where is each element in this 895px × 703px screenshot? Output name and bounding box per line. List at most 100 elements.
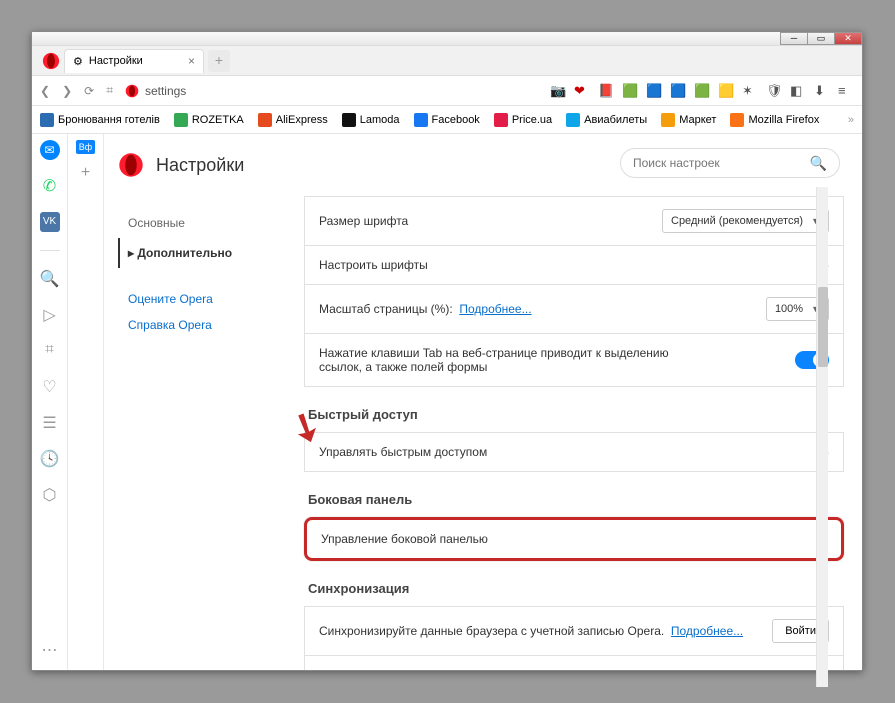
page-header: Настройки	[118, 152, 280, 178]
reload-button[interactable]: ⟳	[84, 84, 94, 98]
ext-icon[interactable]: 🟩	[694, 83, 710, 99]
bookmark-icon	[414, 113, 428, 127]
ext-icon[interactable]: 🟦	[670, 83, 686, 99]
bookmark[interactable]: Авиабилеты	[566, 113, 647, 127]
ext-icon[interactable]: 🟨	[718, 83, 734, 99]
bookmark[interactable]: Price.ua	[494, 113, 552, 127]
scrollbar[interactable]	[816, 187, 828, 687]
section-appearance: Размер шрифта Средний (рекомендуется)▼ Н…	[304, 196, 844, 387]
bookmark-icon	[258, 113, 272, 127]
sidebar-more-icon[interactable]: ⋯	[40, 640, 60, 660]
opera-menu-icon[interactable]	[42, 52, 60, 70]
row-sync: Синхронизируйте данные браузера с учетно…	[304, 606, 844, 655]
browser-sidebar: ✉ ✆ VK 🔍 ▷ ⌗ ♡ ☰ 🕓 ⬡ ⋯	[32, 134, 68, 670]
minimize-button[interactable]: ─	[780, 32, 808, 45]
bookmark-icon	[40, 113, 54, 127]
speeddial-icon[interactable]: ⌗	[40, 341, 60, 361]
url-text: settings	[145, 84, 186, 98]
ext-icon[interactable]: 📕	[598, 83, 614, 99]
zoom-more-link[interactable]: Подробнее...	[459, 302, 531, 316]
tab-close-icon[interactable]: ×	[188, 54, 195, 68]
tab-settings[interactable]: ⚙ Настройки ×	[64, 49, 204, 73]
ext-icon[interactable]: 🟦	[646, 83, 662, 99]
opera-icon	[118, 152, 144, 178]
news-icon[interactable]: ☰	[40, 413, 60, 433]
bookmark[interactable]: Бронювання готелів	[40, 113, 160, 127]
ext-icon[interactable]: 📷	[550, 83, 566, 99]
tab-title: Настройки	[89, 55, 143, 67]
speeddial-button[interactable]: ⌗	[106, 83, 113, 98]
workspace-badge[interactable]: Вф	[76, 140, 95, 154]
row-import[interactable]: Импорт закладок и настроек ▶	[304, 655, 844, 670]
browser-window: ─ ▭ ✕ ⚙ Настройки × + ❮ ❯ ⟳ ⌗ settings 📷…	[31, 31, 863, 671]
label: Масштаб страницы (%): Подробнее...	[319, 302, 532, 316]
extension-icons: 📷 ❤ 📕 🟩 🟦 🟦 🟩 🟨 ✶ 🛡 ◧ ⬇ ≡	[550, 83, 854, 99]
separator	[40, 250, 60, 251]
forward-button[interactable]: ❯	[62, 84, 72, 98]
font-size-select[interactable]: Средний (рекомендуется)▼	[662, 209, 829, 233]
bookmark[interactable]: Mozilla Firefox	[730, 113, 819, 127]
row-manage-quick-access[interactable]: Управлять быстрым доступом ▶	[304, 432, 844, 472]
label: Импорт закладок и настроек	[319, 668, 478, 670]
section-title-sidebar: Боковая панель	[308, 492, 844, 507]
label: Управление боковой панелью	[321, 532, 488, 546]
row-page-zoom: Масштаб страницы (%): Подробнее... 100%▼	[304, 284, 844, 333]
nav-advanced[interactable]: ▸ Дополнительно	[118, 238, 280, 268]
ext-icon[interactable]: ✶	[742, 83, 758, 99]
row-customize-fonts[interactable]: Настроить шрифты ▶	[304, 245, 844, 284]
url-field[interactable]: settings	[125, 84, 538, 98]
search-input[interactable]	[633, 156, 810, 170]
messenger-icon[interactable]: ✉	[40, 140, 60, 160]
section-title-quick-access: Быстрый доступ	[308, 407, 844, 422]
bookmark[interactable]: Lamoda	[342, 113, 400, 127]
gear-icon: ⚙	[73, 55, 83, 68]
history-icon[interactable]: 🕓	[40, 449, 60, 469]
ext-icon[interactable]: 🛡	[766, 83, 782, 99]
bookmark[interactable]: AliExpress	[258, 113, 328, 127]
menu-icon[interactable]: ≡	[838, 83, 854, 99]
search-icon[interactable]: 🔍	[40, 269, 60, 289]
maximize-button[interactable]: ▭	[807, 32, 835, 45]
label: Нажатие клавиши Tab на веб-странице прив…	[319, 346, 699, 374]
heart-icon[interactable]: ♡	[40, 377, 60, 397]
opera-icon	[125, 84, 139, 98]
settings-content: Настройки Основные ▸ Дополнительно Оцени…	[104, 134, 862, 670]
whatsapp-icon[interactable]: ✆	[40, 176, 60, 196]
settings-nav: Настройки Основные ▸ Дополнительно Оцени…	[104, 134, 294, 670]
ext-icon[interactable]: ◧	[790, 83, 806, 99]
back-button[interactable]: ❮	[40, 84, 50, 98]
bookmarks-overflow[interactable]: »	[848, 114, 854, 126]
close-button[interactable]: ✕	[834, 32, 862, 45]
new-tab-button[interactable]: +	[208, 50, 230, 72]
workspace-add[interactable]: +	[81, 164, 90, 182]
page-title: Настройки	[156, 155, 244, 176]
label: Размер шрифта	[319, 214, 408, 228]
body: ✉ ✆ VK 🔍 ▷ ⌗ ♡ ☰ 🕓 ⬡ ⋯ Вф + Настройк	[32, 134, 862, 670]
vk-icon[interactable]: VK	[40, 212, 60, 232]
ext-icon[interactable]: ❤	[574, 83, 590, 99]
extensions-icon[interactable]: ⬡	[40, 485, 60, 505]
nav-basic[interactable]: Основные	[118, 208, 280, 238]
bookmark[interactable]: ROZETKA	[174, 113, 244, 127]
download-icon[interactable]: ⬇	[814, 83, 830, 99]
settings-main: 🔍 Размер шрифта Средний (рекомендуется)▼…	[294, 134, 862, 670]
bookmark[interactable]: Маркет	[661, 113, 716, 127]
ext-icon[interactable]: 🟩	[622, 83, 638, 99]
scroll-thumb[interactable]	[818, 287, 828, 367]
settings-search[interactable]: 🔍	[620, 148, 840, 178]
label: Управлять быстрым доступом	[319, 445, 487, 459]
bookmark-icon	[730, 113, 744, 127]
section-title-sync: Синхронизация	[308, 581, 844, 596]
bookmark-icon	[661, 113, 675, 127]
row-manage-sidebar[interactable]: Управление боковой панелью ▶	[304, 517, 844, 561]
row-font-size: Размер шрифта Средний (рекомендуется)▼	[304, 196, 844, 245]
row-tab-highlight: Нажатие клавиши Tab на веб-странице прив…	[304, 333, 844, 387]
nav-help-opera[interactable]: Справка Opera	[118, 312, 280, 338]
nav-rate-opera[interactable]: Оцените Opera	[118, 286, 280, 312]
titlebar: ─ ▭ ✕	[32, 32, 862, 46]
sync-more-link[interactable]: Подробнее...	[671, 624, 743, 638]
address-bar: ❮ ❯ ⟳ ⌗ settings 📷 ❤ 📕 🟩 🟦 🟦 🟩 🟨 ✶ 🛡 ◧ ⬇…	[32, 76, 862, 106]
flow-icon[interactable]: ▷	[40, 305, 60, 325]
bookmark[interactable]: Facebook	[414, 113, 480, 127]
label: Синхронизируйте данные браузера с учетно…	[319, 624, 743, 638]
